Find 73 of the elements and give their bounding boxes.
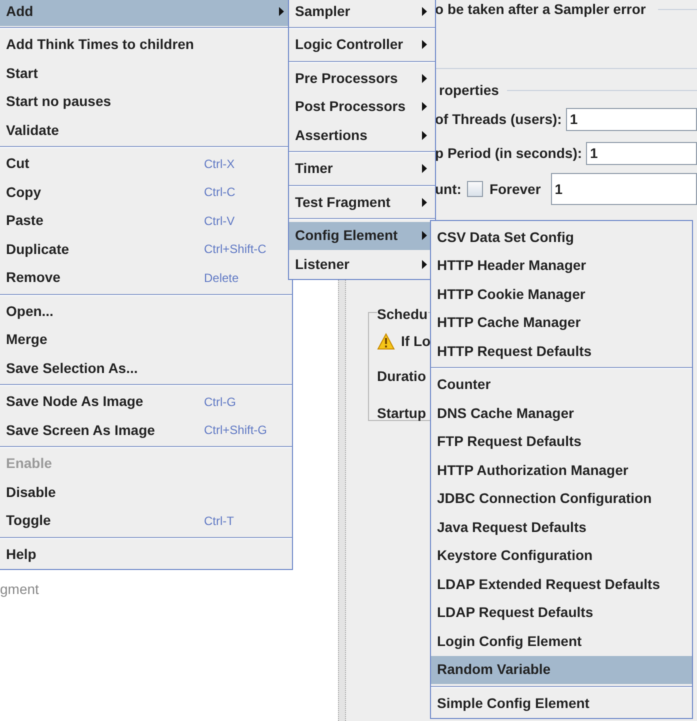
menu-item[interactable]: HTTP Cache Manager — [431, 308, 692, 337]
shortcut-label: Delete — [204, 270, 240, 287]
shortcut-label: Ctrl-V — [204, 212, 236, 230]
menu-item[interactable]: Help — [0, 540, 292, 568]
menu-item[interactable]: Start no pauses — [0, 88, 292, 116]
menu-item[interactable]: FTP Request Defaults — [431, 428, 692, 456]
tree-item[interactable]: gment — [0, 579, 338, 600]
text-field[interactable]: 1 — [566, 108, 697, 130]
text-field[interactable]: 1 — [550, 173, 697, 205]
menu-item[interactable]: JDBC Connection Configuration — [431, 484, 692, 513]
menu-item[interactable]: Duplicate Ctrl+Shift-C — [0, 235, 292, 264]
field-label: of Threads (users): — [435, 110, 562, 129]
text-field[interactable]: 1 — [586, 142, 697, 164]
menu-item[interactable]: HTTP Cookie Manager — [431, 280, 692, 308]
menu-item[interactable]: Save Screen As Image Ctrl+Shift-G — [0, 416, 292, 444]
menu-item[interactable]: Open... — [0, 297, 292, 326]
menu-item[interactable]: DNS Cache Manager — [431, 399, 692, 428]
checkbox[interactable] — [467, 181, 484, 197]
menu-item[interactable]: Copy Ctrl-C — [0, 178, 292, 206]
menu-item[interactable]: Toggle Ctrl-T — [0, 506, 292, 535]
field-label: Duratio — [377, 367, 426, 386]
shortcut-label: Ctrl+Shift-C — [204, 241, 268, 258]
menu-item[interactable]: Start — [0, 59, 292, 88]
submenu-arrow-icon — [422, 198, 427, 207]
menu-item[interactable]: HTTP Request Defaults — [431, 337, 692, 366]
menu-item[interactable]: Paste Ctrl-V — [0, 206, 292, 235]
menu-item[interactable]: Sampler — [289, 0, 435, 26]
menu-item[interactable]: Cut Ctrl-X — [0, 150, 292, 178]
field-label: Startup — [377, 404, 426, 423]
shortcut-label: Ctrl-C — [204, 184, 236, 202]
menu-item[interactable]: Java Request Defaults — [431, 513, 692, 542]
menu-item[interactable]: Simple Config Element — [431, 689, 692, 718]
shortcut-label: Ctrl-X — [204, 156, 236, 173]
menu-item[interactable]: Save Selection As... — [0, 354, 292, 382]
menu-item[interactable]: HTTP Authorization Manager — [431, 456, 692, 484]
menu-item[interactable]: Disable — [0, 478, 292, 506]
error-action-label: o be taken after a Sampler error — [435, 0, 646, 19]
menu-item[interactable]: Counter — [431, 370, 692, 399]
submenu-arrow-icon — [422, 102, 427, 112]
menu-item[interactable]: Pre Processors — [289, 64, 435, 92]
warning-text: If Lo — [401, 332, 431, 351]
checkbox-label: Forever — [489, 180, 541, 198]
menu-item[interactable]: Merge — [0, 326, 292, 354]
submenu-arrow-icon — [422, 130, 427, 140]
menu-item[interactable]: Random Variable — [431, 656, 692, 684]
menu-item[interactable]: Post Processors — [289, 92, 435, 121]
menu-item[interactable]: Logic Controller — [289, 30, 435, 59]
submenu-arrow-icon — [422, 260, 427, 269]
menu-item[interactable]: Save Node As Image Ctrl-G — [0, 388, 292, 416]
submenu-arrow-icon — [279, 6, 284, 16]
menu-item[interactable]: HTTP Header Manager — [431, 252, 692, 280]
submenu-arrow-icon — [422, 40, 427, 50]
field-label: unt: — [435, 180, 462, 198]
shortcut-label: Ctrl-G — [204, 394, 237, 411]
submenu-arrow-icon — [422, 231, 427, 240]
menu-item[interactable]: Test Fragment — [289, 188, 435, 216]
group-legend: roperties — [439, 80, 499, 100]
menu-item[interactable]: Keystore Configuration — [431, 542, 692, 570]
menu-item[interactable]: Login Config Element — [431, 627, 692, 656]
submenu-arrow-icon — [422, 6, 427, 16]
submenu-arrow-icon — [422, 164, 427, 174]
warning-icon — [377, 333, 395, 350]
shortcut-label: Ctrl-T — [204, 512, 235, 530]
menu-item[interactable]: Remove Delete — [0, 264, 292, 292]
field-label: p Period (in seconds): — [435, 144, 582, 163]
menu-item[interactable]: Validate — [0, 116, 292, 144]
menu-item[interactable]: LDAP Extended Request Defaults — [431, 570, 692, 598]
shortcut-label: Ctrl+Shift-G — [204, 422, 268, 440]
menu-item[interactable]: Add Think Times to children — [0, 30, 292, 59]
submenu-arrow-icon — [422, 74, 427, 83]
menu-item[interactable]: LDAP Request Defaults — [431, 598, 692, 627]
menu-item[interactable]: Timer — [289, 154, 435, 183]
menu-item[interactable]: Assertions — [289, 121, 435, 150]
